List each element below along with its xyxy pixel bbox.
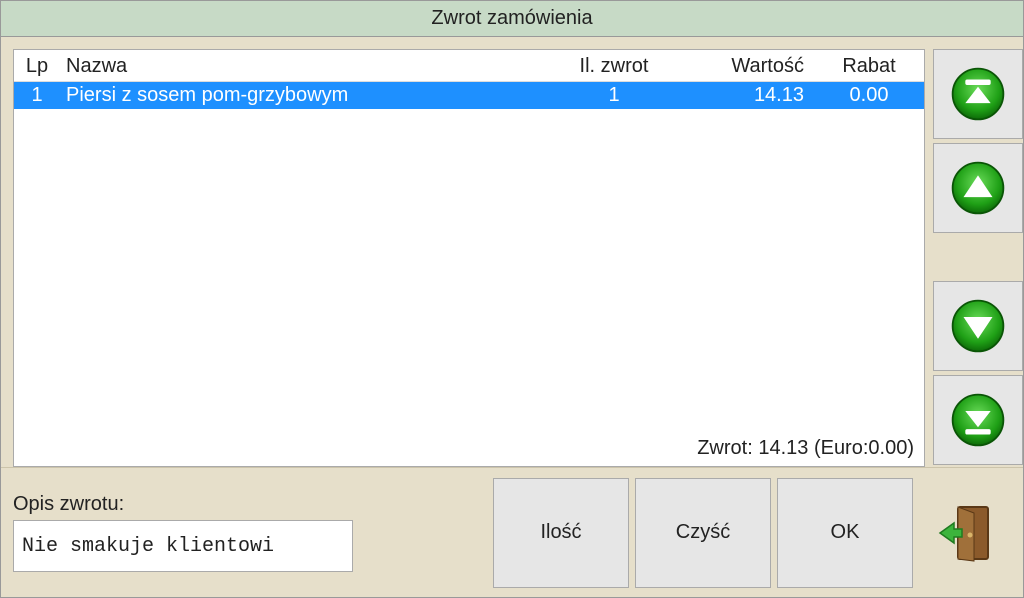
cell-rebate: 0.00	[814, 84, 924, 107]
scroll-down-icon	[949, 297, 1007, 355]
exit-area	[921, 478, 1011, 588]
return-summary: Zwrot: 14.13 (Euro:0.00)	[14, 431, 924, 466]
table-row[interactable]: 1 Piersi z sosem pom-grzybowym 1 14.13 0…	[14, 82, 924, 109]
table-header: Lp Nazwa Il. zwrot Wartość Rabat	[14, 50, 924, 82]
cell-qty: 1	[554, 84, 674, 107]
description-label: Opis zwrotu:	[13, 493, 443, 516]
table-body: 1 Piersi z sosem pom-grzybowym 1 14.13 0…	[14, 82, 924, 431]
scroll-top-icon	[949, 65, 1007, 123]
header-rebate: Rabat	[814, 55, 924, 78]
description-input[interactable]	[13, 520, 353, 572]
header-value: Wartość	[674, 55, 814, 78]
bottom-bar: Opis zwrotu: Ilość Czyść OK	[1, 467, 1023, 597]
cell-name: Piersi z sosem pom-grzybowym	[60, 84, 554, 107]
clear-button[interactable]: Czyść	[635, 478, 771, 588]
scroll-top-button[interactable]	[933, 49, 1023, 139]
scroll-down-button[interactable]	[933, 281, 1023, 371]
content-area: Lp Nazwa Il. zwrot Wartość Rabat 1 Piers…	[1, 37, 1023, 467]
scroll-up-button[interactable]	[933, 143, 1023, 233]
scroll-bottom-icon	[949, 391, 1007, 449]
cell-lp: 1	[14, 84, 60, 107]
window-title: Zwrot zamówienia	[1, 1, 1023, 37]
header-qty: Il. zwrot	[554, 55, 674, 78]
items-table: Lp Nazwa Il. zwrot Wartość Rabat 1 Piers…	[13, 49, 925, 467]
return-order-window: Zwrot zamówienia Lp Nazwa Il. zwrot Wart…	[0, 0, 1024, 598]
exit-button[interactable]	[921, 478, 1011, 588]
scroll-buttons	[933, 49, 1023, 467]
scroll-up-icon	[949, 159, 1007, 217]
ok-button[interactable]: OK	[777, 478, 913, 588]
header-name: Nazwa	[60, 55, 554, 78]
cell-value: 14.13	[674, 84, 814, 107]
exit-door-icon	[936, 501, 996, 565]
action-buttons: Ilość Czyść OK	[493, 478, 913, 588]
description-area: Opis zwrotu:	[13, 493, 443, 572]
quantity-button[interactable]: Ilość	[493, 478, 629, 588]
scroll-bottom-button[interactable]	[933, 375, 1023, 465]
header-lp: Lp	[14, 55, 60, 78]
